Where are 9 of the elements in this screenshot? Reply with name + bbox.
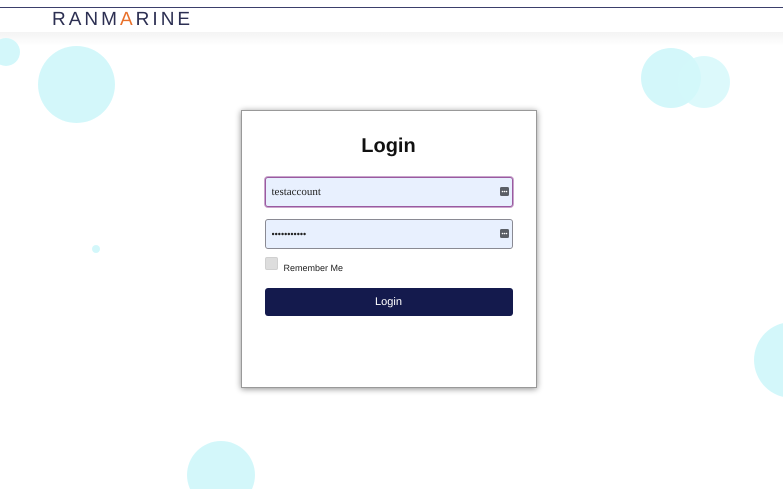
password-field[interactable]: ••••••••••• (264, 219, 512, 249)
username-field[interactable]: testaccount (264, 177, 512, 207)
decor-circle (0, 38, 20, 66)
login-title: Login (360, 134, 417, 159)
decor-circle (92, 245, 100, 253)
login-button[interactable]: Login (264, 288, 512, 316)
remember-me-label: Remember Me (284, 263, 344, 273)
remember-checkbox[interactable] (264, 257, 278, 270)
decor-circle (187, 441, 255, 489)
